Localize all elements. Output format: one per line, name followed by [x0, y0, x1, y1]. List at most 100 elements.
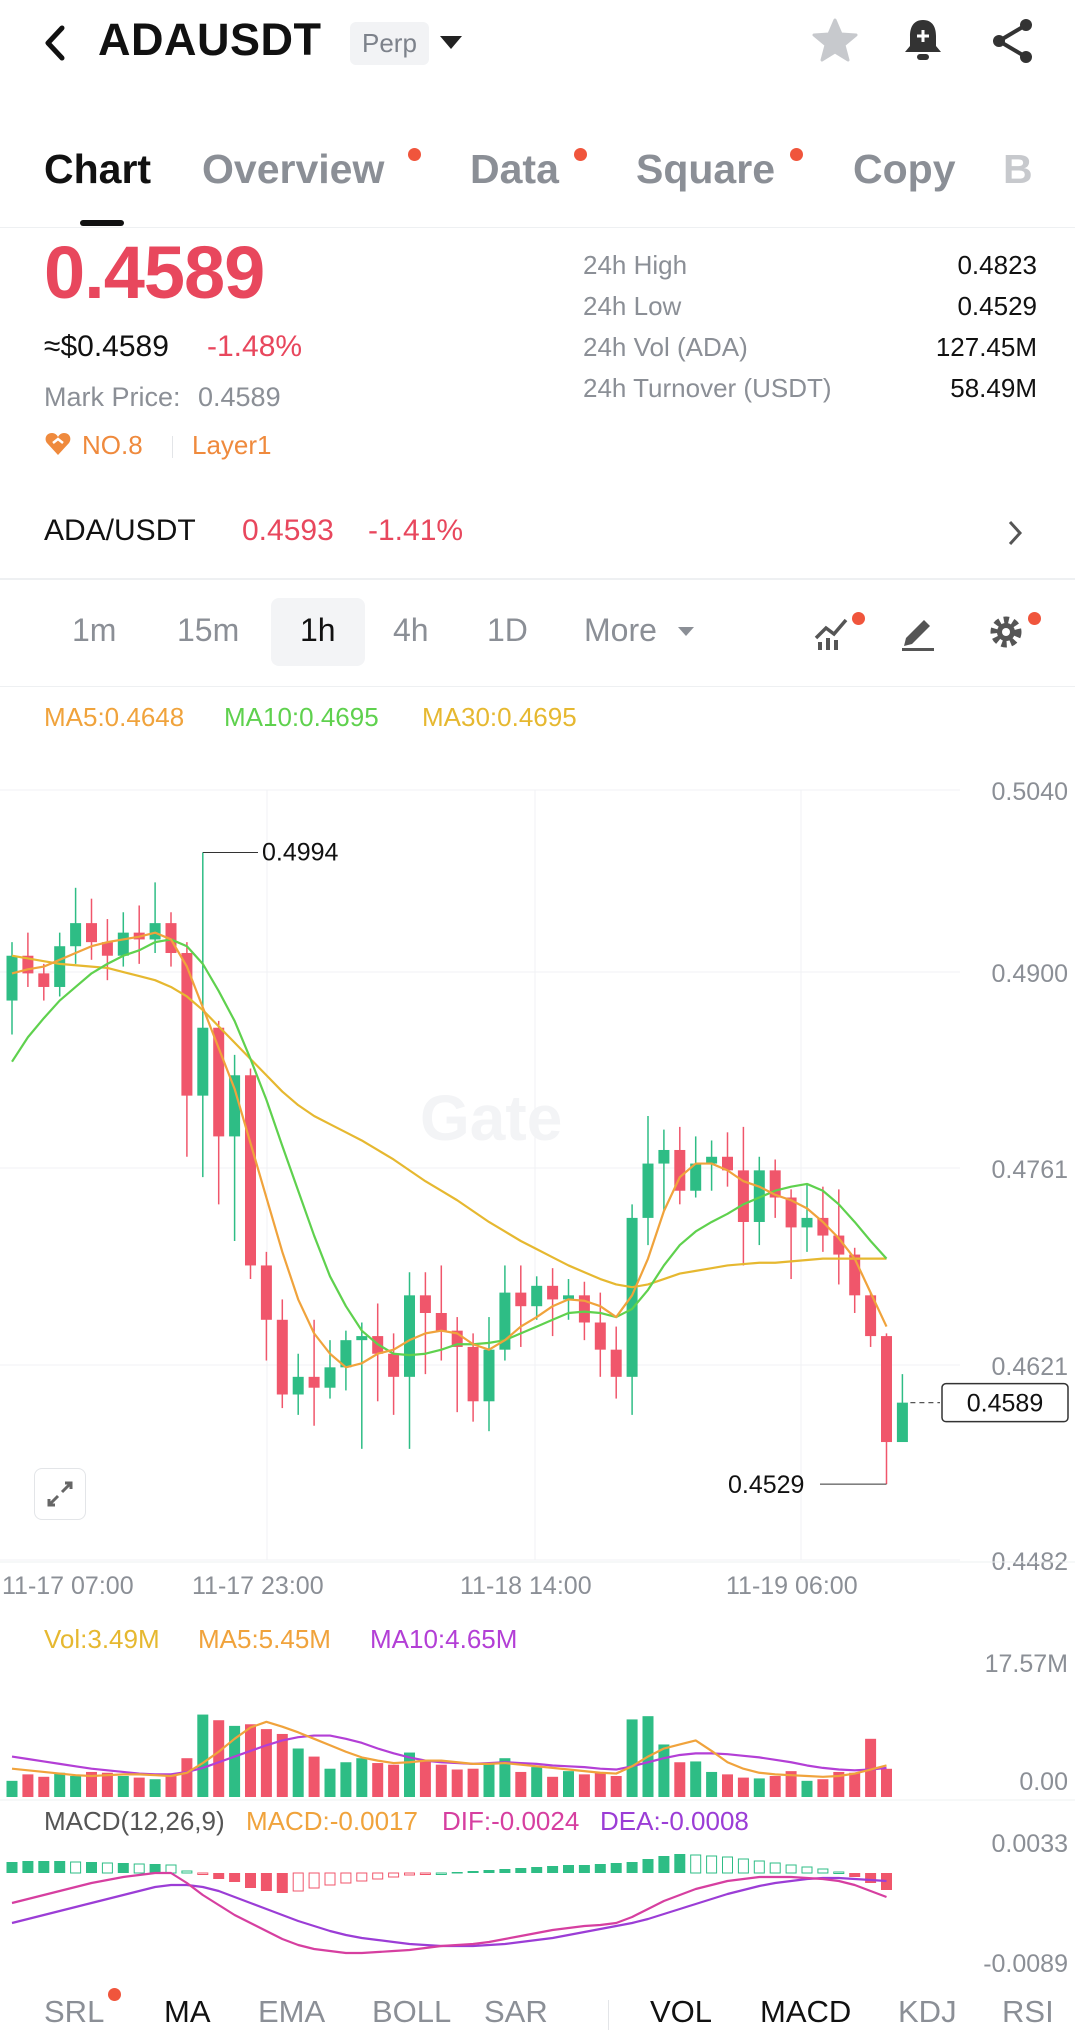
favorite-star-icon[interactable] [808, 14, 862, 68]
back-arrow-icon[interactable] [40, 18, 80, 68]
interval-1h[interactable]: 1h [300, 612, 336, 649]
interval-more[interactable]: More [584, 612, 657, 649]
top-bar: ADAUSDT Perp [0, 0, 1075, 90]
mark-price-value: 0.4589 [198, 382, 281, 412]
indicator-rsi[interactable]: RSI [1002, 1994, 1054, 2030]
tab-copy[interactable]: Copy [853, 146, 956, 193]
indicator-vol[interactable]: VOL [650, 1994, 712, 2030]
volume-bar [22, 1774, 34, 1797]
24h-turnover-value: 58.49M [950, 373, 1037, 403]
macd-histogram-bar [356, 1872, 368, 1882]
indicator-boll[interactable]: BOLL [372, 1994, 451, 2030]
dif-line [11, 1871, 887, 1955]
volume-bar [70, 1775, 82, 1797]
fullscreen-expand-button[interactable] [34, 1468, 86, 1520]
srl-notification-dot [108, 1988, 121, 2001]
volume-bar [563, 1771, 574, 1797]
tab-data[interactable]: Data [470, 146, 559, 193]
price-alert-bell-icon[interactable] [896, 14, 950, 68]
ma10-legend: MA10:0.4695 [224, 702, 379, 732]
volume-bar [753, 1778, 765, 1797]
volume-bar [149, 1779, 161, 1797]
tab-chart[interactable]: Chart [44, 146, 151, 193]
volume-bar [213, 1720, 225, 1797]
macd-histogram-bar [340, 1872, 352, 1884]
volume-bar [165, 1774, 177, 1797]
indicator-srl[interactable]: SRL [44, 1994, 104, 2030]
volume-bar [547, 1776, 559, 1797]
macd-histogram-bar [165, 1864, 177, 1874]
macd-histogram-bar [276, 1873, 288, 1893]
tab-square[interactable]: Square [636, 146, 775, 193]
macd-histogram-bar [658, 1856, 670, 1873]
indicator-ma[interactable]: MA [164, 1994, 211, 2030]
y-tick-label-4: 0.4621 [992, 1353, 1068, 1381]
volume-bar [690, 1761, 702, 1797]
macd-histogram-bar [706, 1855, 718, 1874]
indicator-sar[interactable]: SAR [484, 1994, 548, 2030]
volume-bar [578, 1774, 590, 1797]
indicator-kdj[interactable]: KDJ [898, 1994, 957, 2030]
tab-overview[interactable]: Overview [202, 146, 384, 193]
rank-separator [172, 436, 173, 458]
price-chart[interactable]: 0.50400.49000.47610.46210.4482Gate0.4994… [0, 740, 1075, 1990]
interval-1d[interactable]: 1D [487, 612, 528, 649]
macd-histogram-bar [499, 1869, 511, 1873]
dea-legend: DEA:-0.0008 [600, 1806, 749, 1836]
indicator-macd[interactable]: MACD [760, 1994, 851, 2030]
spot-divider [0, 578, 1075, 580]
candle-body [388, 1353, 400, 1377]
volume-bar [197, 1714, 209, 1797]
square-notification-dot [790, 148, 803, 161]
active-tab-indicator [80, 220, 124, 226]
macd-histogram-bar [308, 1872, 320, 1889]
x-tick-4: 11-19 06:00 [726, 1572, 858, 1600]
volume-bar [419, 1760, 431, 1797]
usd-price: ≈$0.4589 [44, 330, 169, 363]
macd-histogram-bar [324, 1872, 336, 1886]
candle-body [276, 1319, 288, 1395]
interval-1m[interactable]: 1m [72, 612, 116, 649]
share-icon[interactable] [986, 14, 1040, 68]
candle-body [117, 932, 129, 956]
interval-4h[interactable]: 4h [393, 612, 429, 649]
candle-body [642, 1163, 654, 1218]
symbol-title[interactable]: ADAUSDT [98, 14, 322, 66]
candle-body [467, 1346, 479, 1402]
macd-histogram-bar [801, 1866, 813, 1874]
macd-name-legend: MACD(12,26,9) [44, 1806, 225, 1836]
x-tick-1: 11-17 07:00 [2, 1572, 134, 1600]
volume-bar [801, 1780, 813, 1797]
last-price: 0.4589 [44, 231, 265, 314]
ma30-legend: MA30:0.4695 [422, 702, 577, 732]
volume-bar [276, 1733, 288, 1797]
category-label[interactable]: Layer1 [192, 430, 272, 461]
contract-type-badge[interactable]: Perp [350, 22, 429, 65]
candle-body [292, 1376, 304, 1395]
volume-bar [737, 1777, 749, 1797]
expand-arrows-icon [47, 1481, 73, 1507]
rank-label[interactable]: NO.8 [82, 430, 143, 461]
tab-more-partial[interactable]: B [1003, 146, 1033, 193]
macd-histogram-bar [642, 1859, 654, 1873]
24h-low-value: 0.4529 [957, 291, 1037, 321]
symbol-dropdown-icon[interactable] [440, 36, 462, 49]
volume-bar [515, 1771, 527, 1797]
indicators-icon[interactable] [812, 612, 852, 652]
macd-histogram-bar [737, 1858, 749, 1874]
vol-ma5-legend: MA5:5.45M [198, 1624, 331, 1654]
volume-bar [260, 1729, 272, 1797]
macd-histogram-bar [22, 1861, 34, 1873]
volume-bar [38, 1776, 50, 1797]
volume-bar [451, 1769, 463, 1797]
draw-pencil-icon[interactable] [898, 612, 938, 652]
price-change-percent: -1.48% [207, 330, 303, 363]
volume-bar [531, 1767, 543, 1797]
more-caret-icon [678, 627, 694, 636]
interval-15m[interactable]: 15m [177, 612, 239, 649]
indicator-ema[interactable]: EMA [258, 1994, 325, 2030]
volume-bar [849, 1772, 861, 1797]
volume-bar [245, 1724, 256, 1797]
macd-histogram-bar [260, 1873, 272, 1891]
chart-settings-gear-icon[interactable] [986, 612, 1026, 652]
